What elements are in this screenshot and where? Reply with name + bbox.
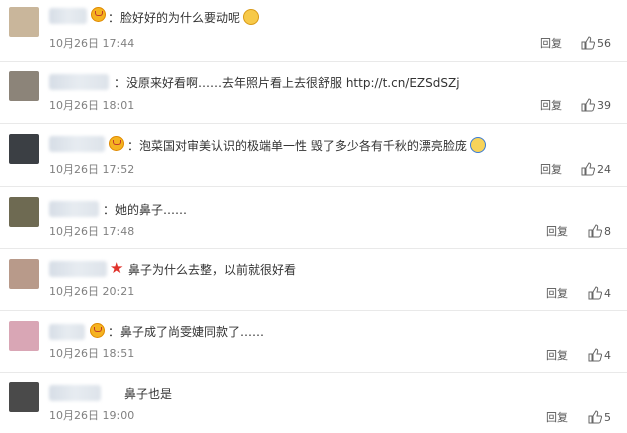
username-blurred[interactable] — [49, 201, 99, 217]
like-count: 8 — [604, 225, 611, 238]
comment-list: ：脸好好的为什么要动呢 10月26日 17:44 回复 56 ：没原来好看啊……… — [0, 0, 627, 433]
like-button[interactable]: 56 — [581, 36, 611, 52]
like-button[interactable]: 24 — [581, 162, 611, 178]
like-count: 4 — [604, 349, 611, 362]
avatar[interactable] — [9, 7, 39, 37]
vip-crown-icon — [91, 7, 106, 22]
red-star-icon: ★ — [110, 259, 124, 277]
avatar[interactable] — [9, 134, 39, 164]
like-count: 24 — [597, 163, 611, 176]
comment-time: 10月26日 18:51 — [49, 347, 135, 360]
comment-time: 10月26日 17:48 — [49, 225, 135, 238]
comment-text-wrap: 鼻子为什么去整，以前就很好看 — [128, 262, 296, 278]
comment-time: 10月26日 18:01 — [49, 99, 135, 112]
reply-button[interactable]: 回复 — [540, 99, 562, 113]
thumbs-up-icon — [581, 36, 596, 50]
username-blurred[interactable] — [49, 324, 85, 340]
like-button[interactable]: 4 — [588, 348, 611, 364]
avatar[interactable] — [9, 197, 39, 227]
like-count: 56 — [597, 37, 611, 50]
comment-text: 鼻子为什么去整，以前就很好看 — [128, 263, 297, 277]
reply-button[interactable]: 回复 — [546, 349, 568, 363]
comment-item: ：她的鼻子…… 10月26日 17:48 回复 8 — [0, 187, 627, 249]
comment-time: 10月26日 17:52 — [49, 163, 135, 176]
comment-item: ：泡菜国对审美认识的极端单一性 毁了多少各有千秋的漂亮脸庞 10月26日 17:… — [0, 124, 627, 187]
thumbs-up-icon — [588, 224, 603, 238]
comment-item: ：没原来好看啊……去年照片看上去很舒服 http://t.cn/EZSdSZj … — [0, 62, 627, 124]
like-count: 39 — [597, 99, 611, 112]
username-blurred[interactable] — [49, 8, 87, 24]
comment-time: 10月26日 19:00 — [49, 409, 135, 422]
reply-button[interactable]: 回复 — [546, 411, 568, 425]
like-button[interactable]: 39 — [581, 98, 611, 114]
avatar[interactable] — [9, 321, 39, 351]
thumbs-up-icon — [588, 286, 603, 300]
comment-time: 10月26日 20:21 — [49, 285, 135, 298]
username-blurred[interactable] — [49, 74, 109, 90]
thumbs-up-icon — [588, 348, 603, 362]
comment-text: ：没原来好看啊……去年照片看上去很舒服 http://t.cn/EZSdSZj — [114, 76, 460, 90]
reply-button[interactable]: 回复 — [546, 287, 568, 301]
username-blurred[interactable] — [49, 385, 101, 401]
username-blurred[interactable] — [49, 136, 105, 152]
comment-item: 鼻子也是 10月26日 19:00 回复 5 — [0, 373, 627, 433]
comment-item: ：鼻子成了尚雯婕同款了…… 10月26日 18:51 回复 4 — [0, 311, 627, 373]
like-button[interactable]: 4 — [588, 286, 611, 302]
like-count: 5 — [604, 411, 611, 424]
vip-crown-icon — [90, 323, 105, 338]
comment-time: 10月26日 17:44 — [49, 37, 135, 50]
avatar[interactable] — [9, 259, 39, 289]
vip-crown-icon — [109, 136, 124, 151]
username-blurred[interactable] — [49, 261, 107, 277]
thumbs-up-icon — [581, 98, 596, 112]
comment-text-wrap: 鼻子也是 — [124, 386, 172, 402]
laugh-emoji-icon — [243, 9, 260, 25]
comment-text: ：她的鼻子…… — [103, 203, 188, 217]
reply-button[interactable]: 回复 — [540, 37, 562, 51]
reply-button[interactable]: 回复 — [546, 225, 568, 239]
thumbs-up-icon — [581, 162, 596, 176]
comment-text-wrap: ：没原来好看啊……去年照片看上去很舒服 http://t.cn/EZSdSZj — [114, 75, 460, 91]
like-count: 4 — [604, 287, 611, 300]
cute-emoji-icon — [469, 137, 486, 153]
comment-text: ：鼻子成了尚雯婕同款了…… — [108, 325, 265, 339]
comment-text: ：脸好好的为什么要动呢 — [108, 11, 241, 25]
comment-text: ：泡菜国对审美认识的极端单一性 毁了多少各有千秋的漂亮脸庞 — [127, 139, 467, 153]
like-button[interactable]: 5 — [588, 410, 611, 426]
comment-item: ★ 鼻子为什么去整，以前就很好看 10月26日 20:21 回复 4 — [0, 249, 627, 311]
thumbs-up-icon — [588, 410, 603, 424]
comment-text: 鼻子也是 — [124, 387, 173, 401]
comment-text-wrap: ：泡菜国对审美认识的极端单一性 毁了多少各有千秋的漂亮脸庞 — [127, 137, 486, 154]
comment-text-wrap: ：脸好好的为什么要动呢 — [108, 9, 260, 26]
comment-item: ：脸好好的为什么要动呢 10月26日 17:44 回复 56 — [0, 0, 627, 62]
like-button[interactable]: 8 — [588, 224, 611, 240]
comment-text-wrap: ：她的鼻子…… — [103, 202, 187, 218]
comment-text-wrap: ：鼻子成了尚雯婕同款了…… — [108, 324, 264, 340]
avatar[interactable] — [9, 382, 39, 412]
avatar[interactable] — [9, 71, 39, 101]
reply-button[interactable]: 回复 — [540, 163, 562, 177]
